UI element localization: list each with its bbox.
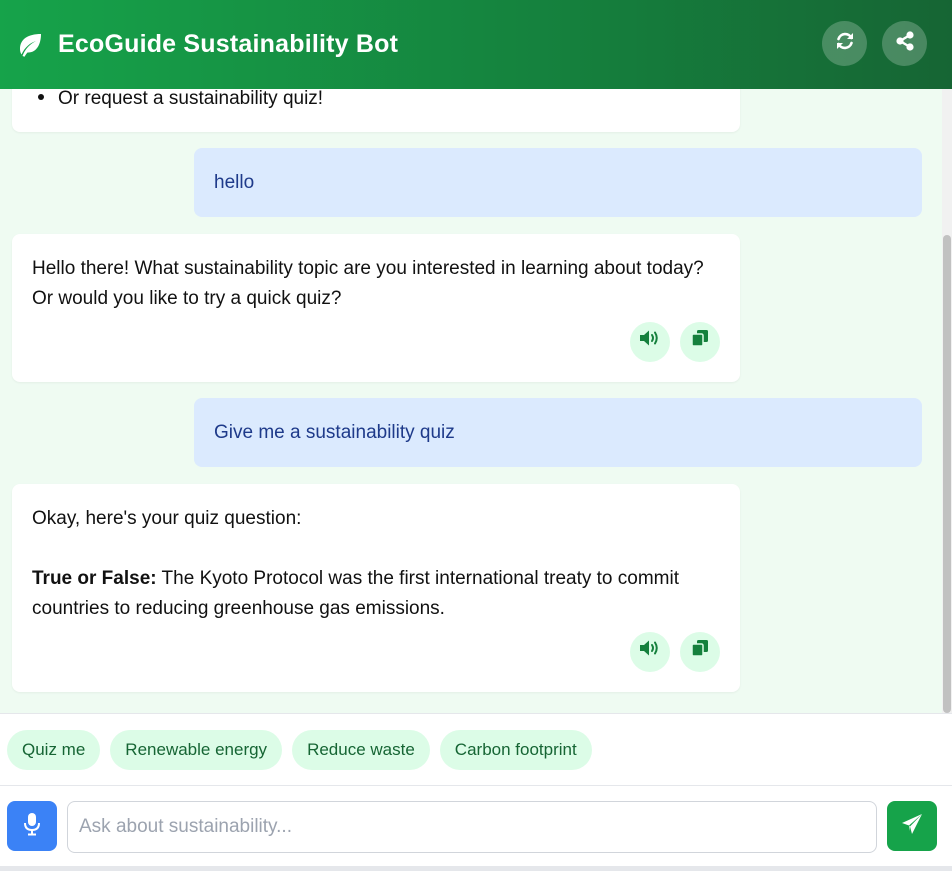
bot-message-text: Or request a sustainability quiz! [58,89,324,109]
copy-button[interactable] [680,322,720,362]
suggestion-chip-quiz[interactable]: Quiz me [7,729,101,770]
bullet-dot [38,94,44,101]
bot-message-text: Hello there! What sustainability topic a… [32,258,704,309]
app-header: EcoGuide Sustainability Bot [0,0,952,89]
bot-message: Okay, here's your quiz question: True or… [12,484,740,692]
scrollbar-thumb[interactable] [943,235,951,713]
suggestion-chip-carbon-footprint[interactable]: Carbon footprint [439,729,592,770]
leaf-icon [16,31,44,59]
user-message-text: Give me a sustainability quiz [214,421,455,443]
copy-icon [691,327,709,357]
refresh-icon [834,30,856,57]
message-input[interactable] [67,801,877,853]
suggestion-bar: Quiz me Renewable energy Reduce waste Ca… [0,713,952,785]
suggestion-chip-renewable-energy[interactable]: Renewable energy [110,729,283,770]
user-message-text: hello [214,171,255,193]
app-title: EcoGuide Sustainability Bot [58,30,399,58]
volume-icon [639,637,661,667]
message-actions [630,322,720,362]
copy-icon [691,637,709,667]
bot-message: Hello there! What sustainability topic a… [12,234,740,382]
refresh-button[interactable] [822,21,867,66]
bot-message: Or request a sustainability quiz! [12,89,740,132]
send-button[interactable] [887,801,937,851]
speak-button[interactable] [630,322,670,362]
quiz-question: True or False: The Kyoto Protocol was th… [32,564,720,624]
user-message: hello [194,148,922,217]
microphone-icon [23,812,41,841]
suggestion-chip-reduce-waste[interactable]: Reduce waste [292,729,430,770]
quiz-label: True or False: [32,568,157,589]
bottom-border [0,866,952,871]
scrollbar-track[interactable] [942,89,952,713]
microphone-button[interactable] [7,801,57,851]
chat-area[interactable]: Or request a sustainability quiz! hello … [0,89,952,713]
quiz-intro: Okay, here's your quiz question: [32,508,302,529]
copy-button[interactable] [680,632,720,672]
volume-icon [639,327,661,357]
share-icon [894,30,916,57]
message-actions [630,632,720,672]
send-icon [901,813,923,840]
speak-button[interactable] [630,632,670,672]
user-message: Give me a sustainability quiz [194,398,922,467]
share-button[interactable] [882,21,927,66]
input-bar [0,785,952,871]
